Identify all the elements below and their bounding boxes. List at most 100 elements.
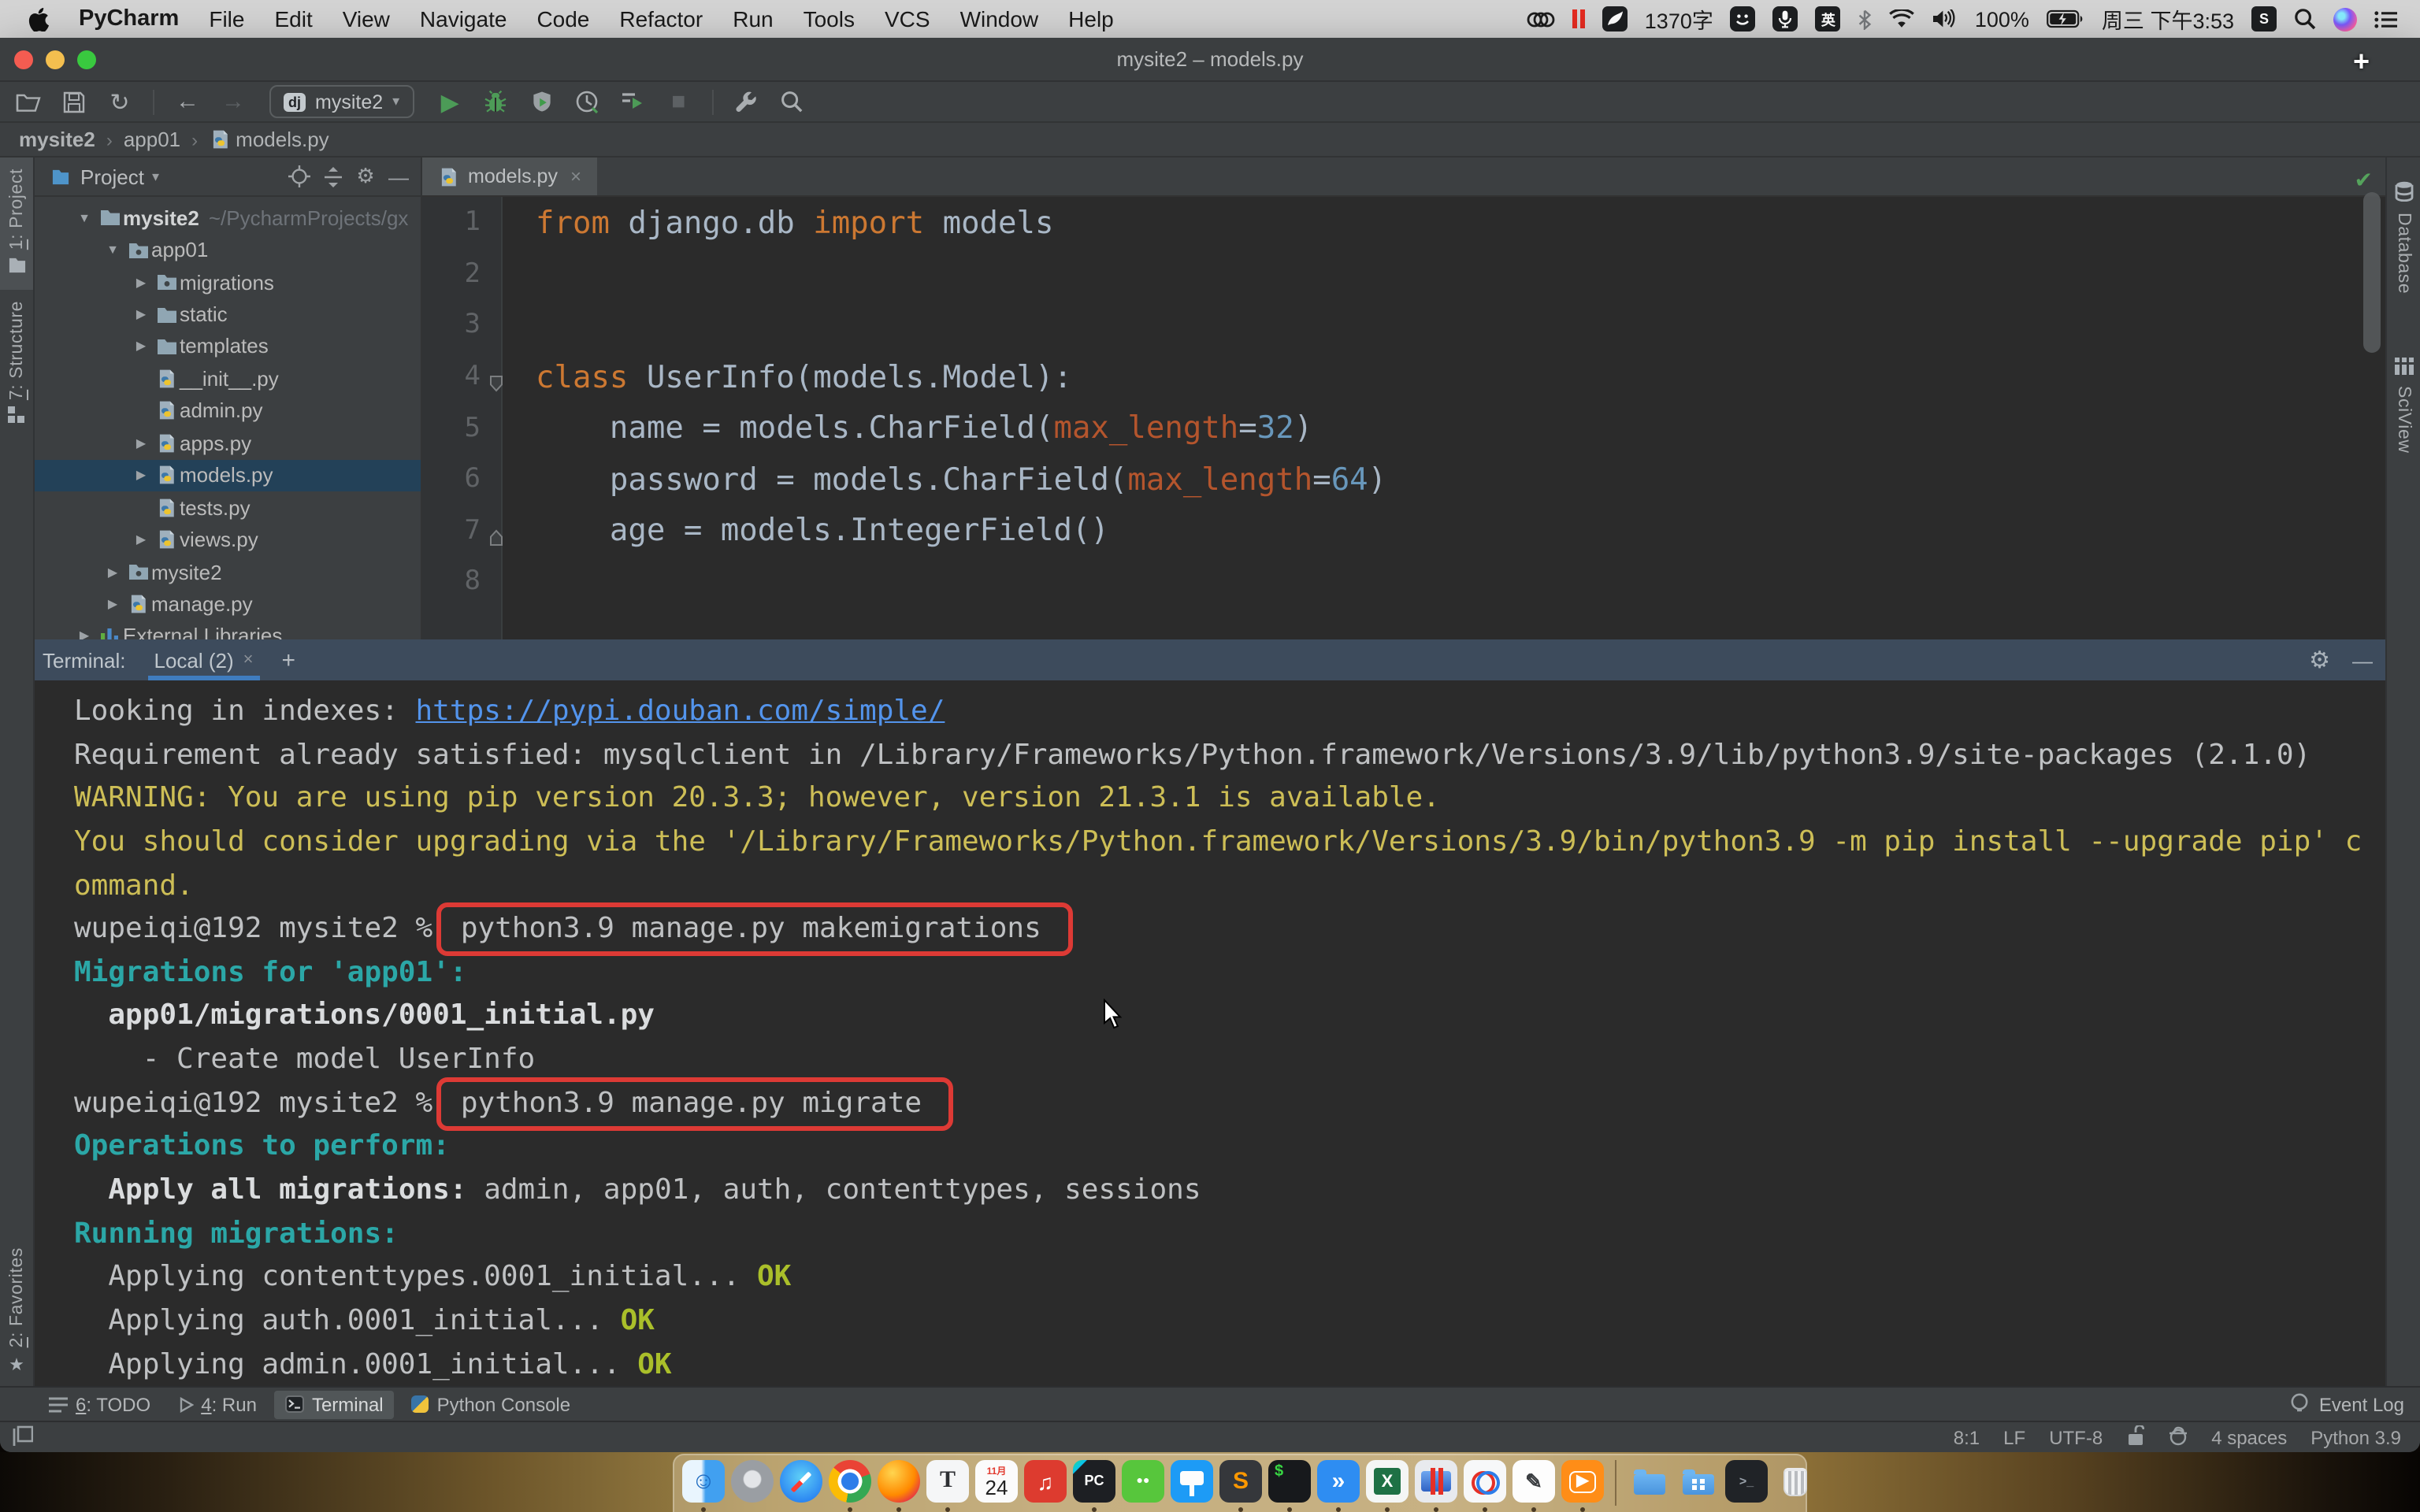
dock-icon-xunlei[interactable]: » <box>1317 1460 1360 1503</box>
minimize-window-button[interactable] <box>46 50 65 69</box>
tree-collapsed-arrow-icon[interactable]: ▶ <box>129 339 153 354</box>
wing-badge-icon[interactable] <box>1602 6 1628 32</box>
tree-item-manage-py[interactable]: ▶manage.py <box>35 588 421 621</box>
menu-tools[interactable]: Tools <box>804 6 855 32</box>
dock-icon-launchpad[interactable] <box>731 1460 774 1503</box>
dock-icon-parallels[interactable] <box>1464 1460 1506 1503</box>
tree-expanded-arrow-icon[interactable]: ▼ <box>72 210 96 224</box>
caret-position[interactable]: 8:1 <box>1954 1426 1980 1448</box>
menu-edit[interactable]: Edit <box>274 6 312 32</box>
terminal-settings-gear-icon[interactable]: ⚙ <box>2309 646 2330 674</box>
settings-wrench-icon[interactable] <box>730 86 762 117</box>
lock-icon[interactable] <box>2126 1425 2143 1450</box>
dock-icon-chrome[interactable] <box>829 1460 871 1503</box>
dock-icon-netease-music[interactable]: ♫ <box>1024 1460 1067 1503</box>
apple-icon[interactable] <box>28 7 49 31</box>
collapse-all-icon[interactable] <box>320 166 345 187</box>
editor-tab-models[interactable]: models.py × <box>422 158 597 195</box>
dock-icon-trash[interactable] <box>1774 1460 1817 1503</box>
toolwindow-button-python-console[interactable]: Python Console <box>401 1390 581 1418</box>
toolwindow-button-run[interactable]: 4: Run <box>168 1390 268 1418</box>
tree-item-views-py[interactable]: ▶views.py <box>35 524 421 556</box>
stop-button[interactable]: ■ <box>663 86 694 117</box>
breadcrumb-project[interactable]: mysite2 <box>19 128 95 151</box>
tree-item-mysite2[interactable]: ▶mysite2 <box>35 556 421 588</box>
dock-icon-orange-video[interactable]: ▶ <box>1561 1460 1604 1503</box>
dock-icon-folder-windows[interactable] <box>1676 1460 1719 1503</box>
mic-badge-icon[interactable] <box>1773 6 1798 32</box>
forward-icon[interactable]: → <box>217 86 249 117</box>
stripe-button-project[interactable]: 1: Project <box>0 158 33 289</box>
tree-item-mysite2[interactable]: ▼mysite2~/PycharmProjects/gx <box>35 202 421 234</box>
tree-collapsed-arrow-icon[interactable]: ▶ <box>72 629 96 639</box>
stripe-button-structure[interactable]: 7: Structure <box>0 289 33 439</box>
tree-collapsed-arrow-icon[interactable]: ▶ <box>101 597 124 611</box>
locate-file-icon[interactable] <box>287 165 312 187</box>
python-interpreter[interactable]: Python 3.9 <box>2311 1426 2401 1448</box>
menu-view[interactable]: View <box>343 6 390 32</box>
tree-item-apps-py[interactable]: ▶apps.py <box>35 427 421 459</box>
fold-end-icon[interactable] <box>488 522 504 554</box>
s-app-badge[interactable]: S <box>2251 6 2277 32</box>
chevron-down-icon[interactable]: ▾ <box>152 168 159 185</box>
run-configuration-select[interactable]: dj mysite2 ▾ <box>269 85 414 118</box>
toolwindow-switcher-icon[interactable] <box>13 1425 33 1450</box>
line-separator[interactable]: LF <box>2003 1426 2025 1448</box>
save-icon[interactable] <box>58 86 90 117</box>
toolwindow-button-todo[interactable]: 6: TODO <box>38 1390 161 1418</box>
hide-panel-icon[interactable]: — <box>386 165 411 188</box>
volume-icon[interactable] <box>1932 9 1958 28</box>
wifi-icon[interactable] <box>1890 9 1915 28</box>
siri-icon[interactable] <box>2333 7 2357 31</box>
run-with-coverage-button[interactable] <box>525 86 557 117</box>
dock-icon-remote-display[interactable]: >_ <box>1725 1460 1768 1503</box>
file-encoding[interactable]: UTF-8 <box>2049 1426 2103 1448</box>
menubar-status-text[interactable]: 1370字 <box>1645 3 1713 35</box>
menu-vcs[interactable]: VCS <box>885 6 930 32</box>
close-window-button[interactable] <box>14 50 33 69</box>
window-titlebar[interactable]: mysite2 – models.py + <box>0 38 2420 82</box>
toolwindow-button-terminal[interactable]: Terminal <box>274 1390 395 1418</box>
menu-navigate[interactable]: Navigate <box>420 6 507 32</box>
search-everywhere-icon[interactable] <box>776 86 807 117</box>
breadcrumb-file[interactable]: models.py <box>209 128 329 151</box>
terminal-tab-local[interactable]: Local (2) × <box>142 639 266 680</box>
new-terminal-session-button[interactable]: + <box>282 647 296 673</box>
back-icon[interactable]: ← <box>172 86 203 117</box>
event-log-button[interactable]: Event Log <box>2289 1392 2404 1417</box>
dock-icon-calendar[interactable]: 11月24 <box>975 1460 1018 1503</box>
menu-list-icon[interactable] <box>2374 10 2398 28</box>
tree-item-external-libraries[interactable]: ▶External Libraries <box>35 620 421 639</box>
debug-button[interactable] <box>480 86 511 117</box>
recording-pause-icon[interactable] <box>1572 9 1585 28</box>
menubar-app-name[interactable]: PyCharm <box>79 6 179 32</box>
menu-refactor[interactable]: Refactor <box>619 6 703 32</box>
menu-window[interactable]: Window <box>960 6 1039 32</box>
search-icon[interactable] <box>2294 8 2316 30</box>
dock-icon-screen-monitor[interactable] <box>1415 1460 1457 1503</box>
dock-icon-sublime-text[interactable]: S <box>1219 1460 1262 1503</box>
tree-collapsed-arrow-icon[interactable]: ▶ <box>129 532 153 547</box>
menu-run[interactable]: Run <box>733 6 773 32</box>
profiler-button[interactable] <box>571 86 603 117</box>
stripe-button-favorites[interactable]: 2: Favorites ★ <box>0 1237 33 1386</box>
code-editor[interactable]: 1from django.db import models234class Us… <box>422 197 2385 639</box>
dock-icon-wechat[interactable]: ●● <box>1122 1460 1164 1503</box>
terminal-link[interactable]: https://pypi.douban.com/simple/ <box>416 695 945 728</box>
tree-item-static[interactable]: ▶static <box>35 298 421 331</box>
menu-file[interactable]: File <box>209 6 244 32</box>
tree-collapsed-arrow-icon[interactable]: ▶ <box>129 436 153 450</box>
tree-item-models-py[interactable]: ▶models.py <box>35 459 421 491</box>
menubar-status-text[interactable]: 100% <box>1975 7 2029 31</box>
project-panel-title[interactable]: Project <box>80 165 144 188</box>
tree-item-templates[interactable]: ▶templates <box>35 331 421 363</box>
editor-scrollbar[interactable] <box>2363 192 2381 353</box>
terminal-output[interactable]: Looking in indexes: https://pypi.douban.… <box>35 680 2385 1386</box>
tree-collapsed-arrow-icon[interactable]: ▶ <box>129 468 153 482</box>
tree-item-admin-py[interactable]: admin.py <box>35 395 421 427</box>
inspections-profile-icon[interactable] <box>2167 1425 2188 1450</box>
close-tab-icon[interactable]: × <box>243 650 254 669</box>
dock-icon-safari[interactable] <box>780 1460 822 1503</box>
dock-icon-excel[interactable]: X <box>1366 1460 1409 1503</box>
fold-start-icon[interactable] <box>488 369 504 400</box>
